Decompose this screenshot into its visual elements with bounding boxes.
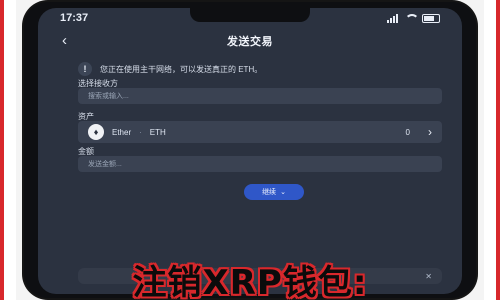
recipient-input[interactable]: 搜索或输入... bbox=[78, 88, 442, 104]
signal-icon bbox=[387, 13, 398, 23]
asset-symbol: ETH bbox=[149, 127, 166, 137]
status-bar: 17:37 bbox=[38, 8, 462, 28]
ether-icon: ♦ bbox=[88, 124, 104, 140]
next-button-label: 继续 bbox=[262, 189, 277, 196]
amount-input[interactable]: 发送金额... bbox=[78, 156, 442, 172]
phone-frame: 17:37 ‹ 发送交易 ! 您正在使用主干网络，可以发送真正的 ETH。 选择… bbox=[24, 2, 476, 298]
battery-icon bbox=[422, 13, 440, 23]
recipient-placeholder: 搜索或输入... bbox=[88, 93, 129, 100]
separator: · bbox=[139, 127, 142, 137]
asset-name: Ether bbox=[112, 127, 132, 137]
asset-balance: 0 bbox=[405, 127, 410, 137]
notch bbox=[190, 8, 310, 22]
asset-select[interactable]: ♦ Ether · ETH 0 › bbox=[78, 121, 442, 143]
status-time: 17:37 bbox=[60, 12, 89, 24]
notice-text: 您正在使用主干网络，可以发送真正的 ETH。 bbox=[100, 64, 263, 74]
network-notice: ! 您正在使用主干网络，可以发送真正的 ETH。 bbox=[78, 56, 442, 82]
chevron-left-icon[interactable]: ‹ bbox=[62, 33, 76, 48]
chevron-down-icon: ⌄ bbox=[280, 189, 286, 196]
app-screen: 17:37 ‹ 发送交易 ! 您正在使用主干网络，可以发送真正的 ETH。 选择… bbox=[38, 8, 462, 294]
amount-placeholder: 发送金额... bbox=[88, 161, 122, 168]
left-edge bbox=[0, 0, 16, 300]
warning-icon: ! bbox=[78, 62, 92, 76]
page-title: 发送交易 bbox=[227, 36, 273, 48]
status-icons bbox=[387, 13, 440, 23]
header: ‹ 发送交易 bbox=[38, 30, 462, 52]
chevron-right-icon: › bbox=[428, 125, 432, 139]
wifi-icon bbox=[404, 13, 419, 23]
right-edge bbox=[484, 0, 500, 300]
overlay-caption: 注销XRP钱包: bbox=[132, 263, 368, 300]
next-button[interactable]: 继续 ⌄ bbox=[244, 184, 304, 200]
